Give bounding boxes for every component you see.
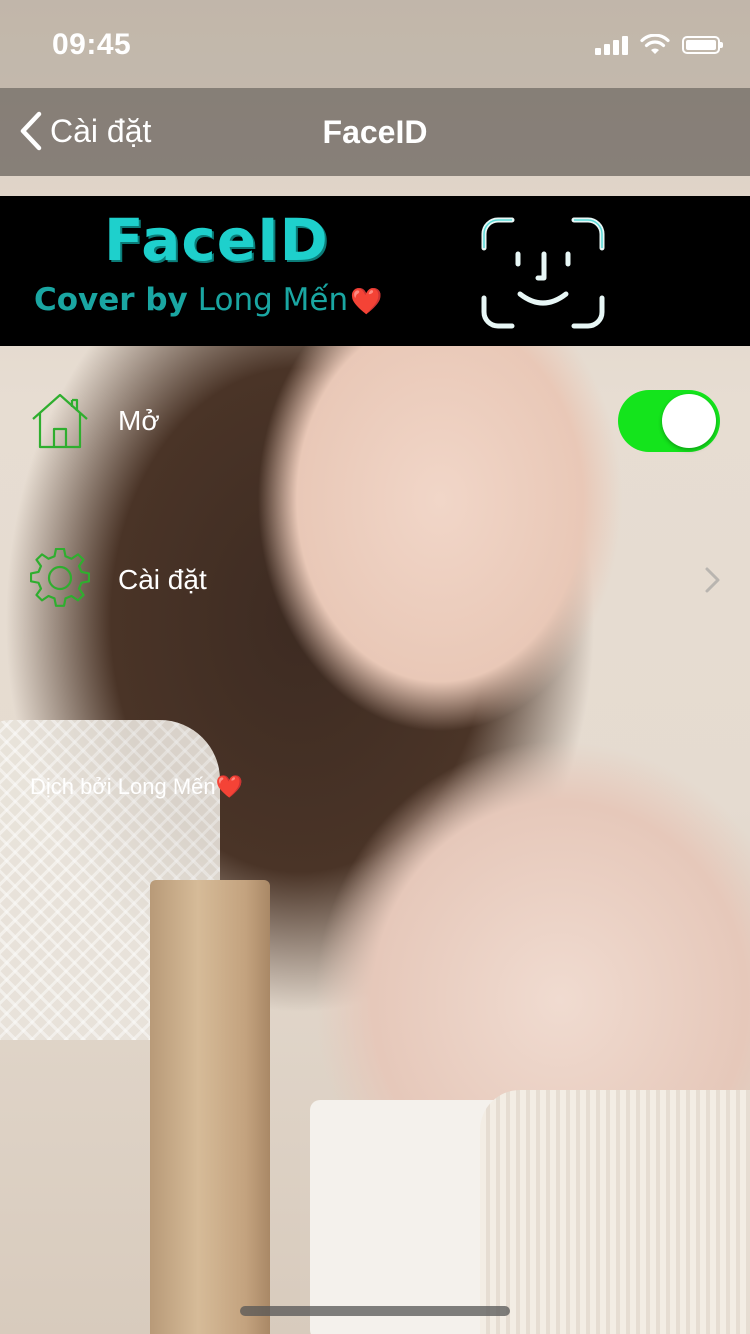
status-bar: 09:45	[0, 0, 750, 88]
credit-label: Dịch bởi Long Mến	[30, 774, 216, 799]
chevron-right-icon	[705, 567, 720, 593]
heart-icon: ❤️	[350, 286, 383, 316]
wifi-icon	[640, 34, 670, 54]
credit-heart-icon: ❤️	[215, 774, 244, 799]
gear-icon	[30, 548, 90, 607]
open-toggle[interactable]	[618, 390, 720, 452]
settings-row[interactable]: Cài đặt	[0, 522, 750, 632]
face-id-icon	[481, 217, 605, 329]
background-chair	[150, 880, 270, 1334]
credit-text: Dịch bởi Long Mến❤️	[30, 774, 243, 800]
banner-subtitle: Cover by Long Mến ❤️	[34, 282, 382, 318]
battery-icon	[682, 36, 723, 54]
open-row[interactable]: Mở	[0, 365, 750, 475]
home-icon	[32, 393, 88, 449]
page-title: FaceID	[322, 114, 428, 150]
navigation-bar: Cài đặt FaceID	[0, 88, 750, 176]
banner-author: Long Mến	[197, 282, 349, 318]
status-icons	[595, 34, 723, 56]
status-time: 09:45	[52, 28, 132, 61]
banner-cover-label: Cover by	[34, 282, 188, 318]
settings-label: Cài đặt	[118, 564, 207, 595]
banner-title: FaceID	[104, 206, 329, 274]
toggle-knob	[662, 394, 716, 448]
background-sweater	[480, 1090, 750, 1334]
home-indicator[interactable]	[240, 1306, 510, 1316]
open-label: Mở	[118, 405, 160, 436]
signal-icon	[595, 35, 628, 55]
